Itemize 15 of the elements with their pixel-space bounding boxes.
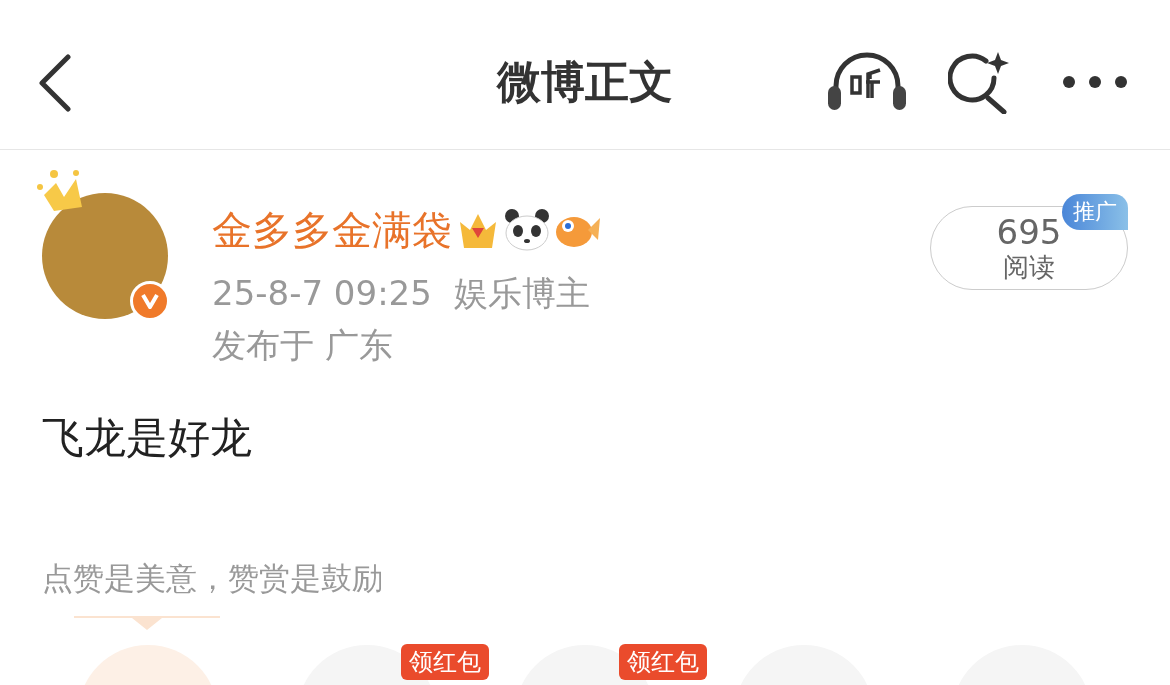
more-icon[interactable] (1062, 75, 1128, 89)
bonus-tooltip: 领红包 (400, 644, 489, 680)
post-text: 飞龙是好龙 (42, 412, 253, 464)
post-location: 发布于 广东 (212, 324, 393, 367)
author-name[interactable]: 金多多金满袋 (212, 202, 452, 258)
post-time: 25-8-7 09:25 (212, 272, 432, 315)
author-tag: 娱乐博主 (453, 268, 590, 318)
page-title: 微博正文 (495, 55, 674, 109)
headphones-icon[interactable] (826, 52, 908, 112)
back-icon[interactable] (36, 54, 72, 112)
bonus-tooltip: 领红包 (619, 644, 707, 680)
promo-badge: 推广 (1062, 194, 1128, 230)
panda-icon (504, 208, 550, 252)
reward-tip: 点赞是美意，赞赏是鼓励 (42, 559, 384, 598)
avatar[interactable] (42, 193, 168, 319)
